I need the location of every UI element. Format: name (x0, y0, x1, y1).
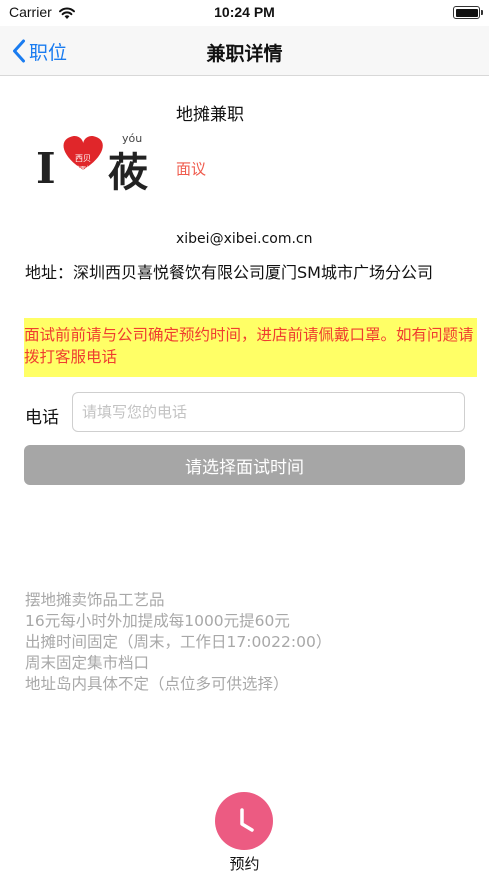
job-description: 摆地摊卖饰品工艺品 16元每小时外加提成每1000元提60元 出摊时间固定（周末… (25, 590, 465, 695)
select-interview-time-button[interactable]: 请选择面试时间 (24, 445, 465, 485)
page-title: 兼职详情 (206, 43, 283, 65)
svg-text:I: I (36, 144, 56, 193)
svg-text:西贝: 西贝 (75, 154, 91, 163)
status-bar: Carrier 10:24 PM (0, 0, 489, 26)
salary-text: 面议 (176, 160, 207, 178)
description-line: 16元每小时外加提成每1000元提60元 (25, 612, 290, 630)
svg-text:莜: 莜 (108, 150, 148, 196)
svg-text:莜面村: 莜面村 (74, 165, 92, 173)
status-time: 10:24 PM (214, 4, 275, 20)
notice-banner: 面试前前请与公司确定预约时间，进店前请佩戴口罩。如有问题请拨打客服电话 (24, 318, 477, 377)
navigation-bar: 职位 兼职详情 (0, 26, 489, 76)
company-logo: I 西贝 莜面村 莜 yóu (34, 128, 158, 196)
phone-input[interactable] (72, 392, 465, 432)
job-title: 地摊兼职 (176, 105, 244, 125)
description-line: 周末固定集市档口 (25, 654, 150, 672)
battery-icon (453, 6, 483, 19)
description-line: 地址岛内具体不定（点位多可供选择） (25, 675, 289, 693)
book-label[interactable]: 预约 (0, 853, 489, 874)
clock-icon (240, 808, 254, 832)
svg-text:yóu: yóu (122, 132, 142, 145)
address-text: 地址：深圳西贝喜悦餐饮有限公司厦门SM城市广场分公司 (25, 263, 433, 282)
description-line: 出摊时间固定（周末，工作日17:0022:00） (25, 633, 332, 651)
description-line: 摆地摊卖饰品工艺品 (25, 591, 165, 609)
book-button[interactable] (215, 792, 273, 850)
email-text: xibei@xibei.com.cn (176, 231, 313, 247)
phone-label: 电话 (25, 408, 59, 428)
